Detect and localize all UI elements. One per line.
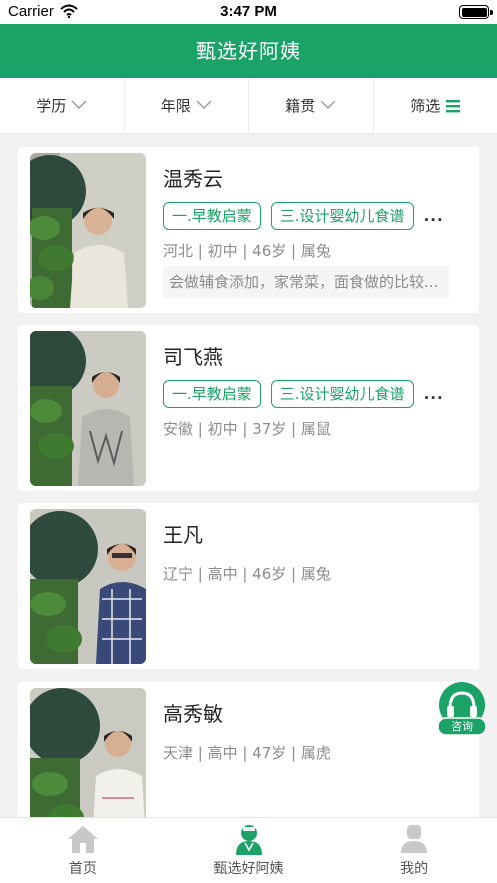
caregiver-name: 高秀敏: [163, 702, 223, 726]
chevron-down-icon: [196, 100, 212, 109]
skill-tag: 一.早教启蒙: [163, 380, 261, 408]
menu-icon: [446, 99, 461, 112]
tab-profile[interactable]: 我的: [331, 818, 497, 883]
caregiver-list: 温秀云 一.早教启蒙 三.设计婴幼儿食谱 ... 河北 | 初中 | 46岁 |…: [0, 134, 497, 817]
caregiver-name: 司飞燕: [163, 345, 223, 369]
page-title: 甄选好阿姨: [0, 24, 497, 78]
more-tags-indicator: ...: [423, 385, 444, 403]
filter-origin-label: 籍贯: [285, 97, 316, 115]
caregiver-photo-image: [30, 153, 146, 308]
filter-years-label: 年限: [160, 97, 191, 115]
skill-tags: 一.早教启蒙 三.设计婴幼儿食谱 ...: [163, 380, 444, 408]
caregiver-info: 天津 | 高中 | 47岁 | 属虎: [163, 744, 331, 762]
caregiver-photo: [30, 331, 146, 486]
caregiver-info: 安徽 | 初中 | 37岁 | 属鼠: [163, 420, 331, 438]
caregiver-photo: [30, 688, 146, 817]
caregiver-photo: [30, 153, 146, 308]
caregiver-description: 会做辅食添加，家常菜，面食做的比较...: [163, 266, 449, 298]
filter-more-label: 筛选: [410, 97, 441, 115]
caregiver-card[interactable]: 王凡 辽宁 | 高中 | 46岁 | 属兔: [18, 503, 479, 669]
profile-icon: [401, 825, 428, 853]
battery-icon: [459, 5, 493, 19]
caregiver-info: 河北 | 初中 | 46岁 | 属兔: [163, 242, 331, 260]
tab-bar: 首页 甄选好阿姨 我的: [0, 817, 497, 883]
chevron-down-icon: [320, 100, 336, 109]
tab-select-nanny[interactable]: 甄选好阿姨: [166, 818, 332, 883]
tab-profile-label: 我的: [400, 861, 429, 877]
skill-tag: 三.设计婴幼儿食谱: [270, 202, 414, 230]
chevron-down-icon: [71, 100, 87, 109]
skill-tags: 一.早教启蒙 三.设计婴幼儿食谱 ...: [163, 202, 444, 230]
consult-button[interactable]: 咨询: [437, 682, 487, 736]
caregiver-name: 王凡: [163, 523, 203, 547]
skill-tag: 三.设计婴幼儿食谱: [270, 380, 414, 408]
filter-origin[interactable]: 籍贯: [249, 78, 374, 133]
filter-more[interactable]: 筛选: [374, 78, 497, 133]
caregiver-photo-image: [30, 509, 146, 664]
tab-home-label: 首页: [68, 861, 97, 877]
nanny-icon: [235, 825, 262, 855]
consult-label: 咨询: [451, 720, 473, 733]
caregiver-card[interactable]: 温秀云 一.早教启蒙 三.设计婴幼儿食谱 ... 河北 | 初中 | 46岁 |…: [18, 147, 479, 313]
home-icon: [67, 826, 98, 853]
clock: 3:47 PM: [220, 3, 277, 20]
tab-home[interactable]: 首页: [0, 818, 166, 883]
skill-tag: 一.早教启蒙: [163, 202, 261, 230]
filter-years[interactable]: 年限: [125, 78, 249, 133]
caregiver-photo: [30, 509, 146, 664]
caregiver-photo-image: [30, 688, 146, 817]
caregiver-card[interactable]: 司飞燕 一.早教启蒙 三.设计婴幼儿食谱 ... 安徽 | 初中 | 37岁 |…: [18, 325, 479, 491]
status-bar: Carrier 3:47 PM: [0, 0, 497, 24]
caregiver-card[interactable]: 高秀敏 天津 | 高中 | 47岁 | 属虎: [18, 682, 479, 817]
caregiver-photo-image: [30, 331, 146, 486]
filter-education-label: 学历: [36, 97, 67, 115]
caregiver-name: 温秀云: [163, 167, 223, 191]
filter-education[interactable]: 学历: [0, 78, 125, 133]
filter-bar: 学历 年限 籍贯 筛选: [0, 78, 497, 134]
caregiver-info: 辽宁 | 高中 | 46岁 | 属兔: [163, 565, 331, 583]
more-tags-indicator: ...: [423, 207, 444, 225]
tab-select-nanny-label: 甄选好阿姨: [213, 861, 284, 877]
